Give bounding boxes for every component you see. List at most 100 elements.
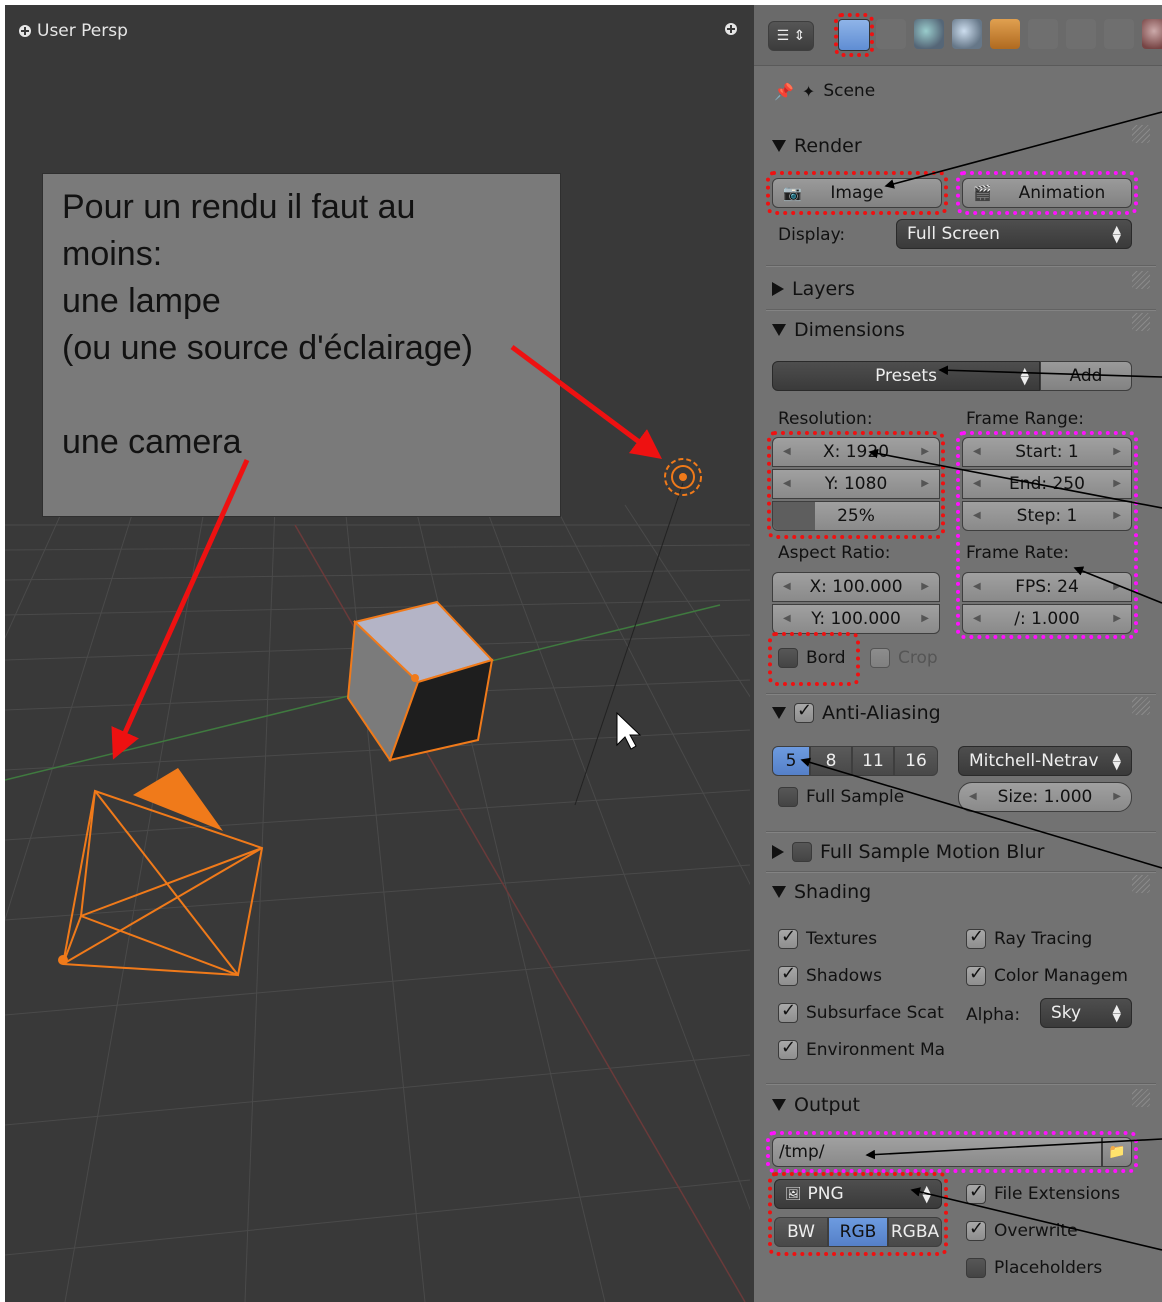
subsurface-checkbox[interactable] — [778, 1000, 798, 1023]
resolution-y-field[interactable]: ◀ Y: 1080 ▶ — [772, 469, 940, 499]
shadows-checkbox[interactable] — [778, 963, 798, 986]
environment-row[interactable]: Environment Ma — [778, 1037, 945, 1060]
render-animation-button[interactable]: 🎬 Animation — [962, 178, 1132, 208]
file-extensions-checkbox[interactable] — [966, 1181, 986, 1204]
frame-step-field[interactable]: ◀ Step: 1 ▶ — [962, 501, 1132, 531]
textures-row[interactable]: Textures — [778, 926, 877, 949]
crop-checkbox-row[interactable]: Crop — [870, 648, 938, 668]
frame-end-field[interactable]: ◀ End: 250 ▶ — [962, 469, 1132, 499]
left-arrow-icon[interactable]: ◀ — [783, 478, 791, 489]
fps-base-field[interactable]: ◀ /: 1.000 ▶ — [962, 604, 1132, 634]
aspect-y-field[interactable]: ◀ Y: 100.000 ▶ — [772, 604, 940, 634]
modifiers-wrench-icon[interactable] — [1066, 19, 1096, 49]
ray-tracing-checkbox[interactable] — [966, 926, 986, 949]
drag-handle[interactable] — [1132, 313, 1150, 331]
motion-blur-section-header[interactable]: Full Sample Motion Blur — [772, 841, 1044, 863]
ray-tracing-row[interactable]: Ray Tracing — [966, 926, 1092, 949]
3d-viewport[interactable]: User Persp Pour un rendu il faut au moin… — [5, 5, 750, 1302]
left-arrow-icon[interactable]: ◀ — [973, 613, 981, 624]
color-management-checkbox[interactable] — [966, 963, 986, 986]
drag-handle[interactable] — [1132, 875, 1150, 893]
left-arrow-icon[interactable]: ◀ — [973, 581, 981, 592]
editor-type-button[interactable]: ☰ ⇕ — [768, 21, 814, 51]
overwrite-row[interactable]: Overwrite — [966, 1218, 1078, 1241]
left-arrow-icon[interactable]: ◀ — [973, 478, 981, 489]
left-arrow-icon[interactable]: ◀ — [973, 510, 981, 521]
left-arrow-icon[interactable]: ◀ — [783, 446, 791, 457]
textures-checkbox[interactable] — [778, 926, 798, 949]
color-management-row[interactable]: Color Managem — [966, 963, 1128, 986]
drag-handle[interactable] — [1132, 1089, 1150, 1107]
data-tab-icon[interactable] — [1104, 19, 1134, 49]
full-sample-row[interactable]: Full Sample — [778, 787, 904, 807]
left-arrow-icon[interactable]: ◀ — [783, 581, 791, 592]
viewport-corner-plus-icon[interactable] — [725, 23, 737, 35]
crop-checkbox[interactable] — [870, 648, 890, 668]
scene-tab-icon[interactable] — [914, 19, 944, 49]
aa-filter-dropdown[interactable]: Mitchell-Netrav ▲ ▼ — [958, 746, 1132, 776]
resolution-percentage-slider[interactable]: 25% — [772, 501, 940, 531]
full-sample-checkbox[interactable] — [778, 787, 798, 807]
anti-aliasing-checkbox[interactable] — [794, 700, 814, 723]
aspect-x-field[interactable]: ◀ X: 100.000 ▶ — [772, 572, 940, 602]
aa-samples-5[interactable]: 5 — [772, 746, 810, 776]
fps-field[interactable]: ◀ FPS: 24 ▶ — [962, 572, 1132, 602]
anti-aliasing-section-header[interactable]: Anti-Aliasing — [772, 700, 941, 724]
color-mode-rgb[interactable]: RGB — [828, 1217, 888, 1247]
shadows-row[interactable]: Shadows — [778, 963, 882, 986]
display-dropdown[interactable]: Full Screen ▲ ▼ — [896, 219, 1132, 249]
presets-dropdown[interactable]: Presets ▲ ▼ — [772, 361, 1040, 391]
right-arrow-icon[interactable]: ▶ — [1113, 446, 1121, 457]
overwrite-checkbox[interactable] — [966, 1218, 986, 1241]
render-image-button[interactable]: 📷 Image — [772, 178, 942, 208]
aa-samples-16[interactable]: 16 — [894, 746, 938, 776]
right-arrow-icon[interactable]: ▶ — [1113, 581, 1121, 592]
alpha-dropdown[interactable]: Sky ▲ ▼ — [1040, 998, 1132, 1028]
border-checkbox-row[interactable]: Bord — [778, 648, 846, 668]
aa-size-field[interactable]: ◀ Size: 1.000 ▶ — [958, 782, 1132, 812]
color-mode-bw[interactable]: BW — [774, 1217, 828, 1247]
right-arrow-icon[interactable]: ▶ — [1113, 613, 1121, 624]
drag-handle[interactable] — [1132, 697, 1150, 715]
environment-checkbox[interactable] — [778, 1037, 798, 1060]
left-arrow-icon[interactable]: ◀ — [969, 791, 977, 802]
subsurface-row[interactable]: Subsurface Scat — [778, 1000, 944, 1023]
plus-icon[interactable] — [19, 25, 31, 37]
output-section-header[interactable]: Output — [772, 1094, 860, 1116]
right-arrow-icon[interactable]: ▶ — [921, 446, 929, 457]
frame-start-field[interactable]: ◀ Start: 1 ▶ — [962, 437, 1132, 467]
right-arrow-icon[interactable]: ▶ — [921, 581, 929, 592]
right-arrow-icon[interactable]: ▶ — [1113, 478, 1121, 489]
presets-add-button[interactable]: Add — [1040, 361, 1132, 391]
color-mode-rgba[interactable]: RGBA — [888, 1217, 942, 1247]
dimensions-section-header[interactable]: Dimensions — [772, 319, 905, 341]
file-browse-button[interactable]: 📁 — [1102, 1137, 1132, 1167]
render-tab-camera-icon[interactable] — [838, 19, 870, 51]
right-arrow-icon[interactable]: ▶ — [1113, 791, 1121, 802]
resolution-x-field[interactable]: ◀ X: 1920 ▶ — [772, 437, 940, 467]
aa-samples-8[interactable]: 8 — [810, 746, 852, 776]
layers-section-header[interactable]: Layers — [772, 278, 855, 300]
border-checkbox[interactable] — [778, 648, 798, 668]
material-tab-icon[interactable] — [1142, 19, 1162, 49]
placeholders-row[interactable]: Placeholders — [966, 1258, 1102, 1278]
render-section-header[interactable]: Render — [772, 135, 862, 157]
layers-tab-icon[interactable] — [876, 19, 906, 49]
output-path-field[interactable]: /tmp/ — [772, 1137, 1102, 1167]
constraints-tab-icon[interactable] — [1028, 19, 1058, 49]
aa-samples-11[interactable]: 11 — [852, 746, 894, 776]
file-format-dropdown[interactable]: 🖼 PNG ▲ ▼ — [774, 1179, 942, 1209]
placeholders-checkbox[interactable] — [966, 1258, 986, 1278]
right-arrow-icon[interactable]: ▶ — [1113, 510, 1121, 521]
motion-blur-checkbox[interactable] — [792, 842, 812, 862]
object-tab-icon[interactable] — [990, 19, 1020, 49]
world-tab-icon[interactable] — [952, 19, 982, 49]
right-arrow-icon[interactable]: ▶ — [921, 613, 929, 624]
right-arrow-icon[interactable]: ▶ — [921, 478, 929, 489]
file-extensions-row[interactable]: File Extensions — [966, 1181, 1120, 1204]
pin-icon[interactable]: 📌 — [774, 82, 794, 101]
left-arrow-icon[interactable]: ◀ — [783, 613, 791, 624]
drag-handle[interactable] — [1132, 271, 1150, 289]
shading-section-header[interactable]: Shading — [772, 881, 871, 903]
left-arrow-icon[interactable]: ◀ — [973, 446, 981, 457]
